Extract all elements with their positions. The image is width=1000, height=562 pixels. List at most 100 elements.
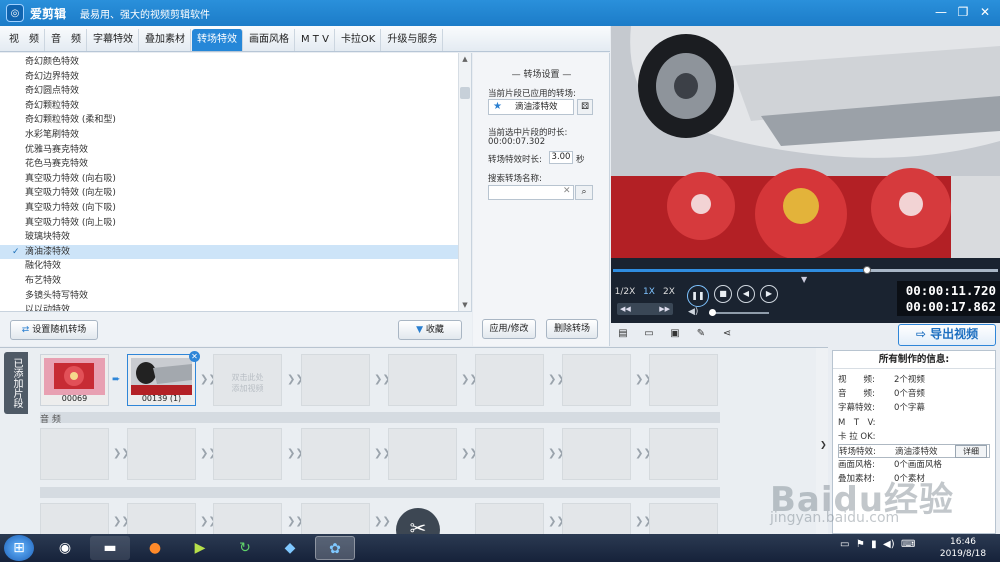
random-transition-button[interactable]: ⇄ 设置随机转场 [10,320,98,340]
search-icon[interactable]: ⌕ [575,185,593,200]
aijianji-taskbar-icon[interactable]: ✿ [315,536,355,560]
tab-subtitle-effects[interactable]: 字幕特效 [88,29,139,51]
save-icon[interactable]: ▣ [668,327,682,341]
new-project-icon[interactable]: ▤ [616,327,630,341]
effect-list-item[interactable]: 优雅马赛克特效 [0,143,458,158]
empty-slot[interactable] [213,503,282,535]
frame-step-control[interactable]: ◀◀ ▶▶ [617,303,673,315]
tab-picture-style[interactable]: 画面风格 [244,29,295,51]
effect-list-item[interactable]: 奇幻颜色特效 [0,55,458,70]
empty-clip-slot[interactable] [649,354,718,406]
media-player-icon[interactable]: ◉ [45,536,85,560]
pause-icon[interactable]: ❚❚ [687,285,709,307]
effect-list-item[interactable]: 花色马赛克特效 [0,157,458,172]
effect-list-item[interactable]: 水彩笔刷特效 [0,128,458,143]
playback-progress-knob[interactable] [863,266,872,274]
volume-knob[interactable] [709,309,716,316]
empty-audio-slot[interactable] [40,428,109,480]
effect-list-item[interactable]: 玻璃块特效 [0,230,458,245]
system-clock[interactable]: 16:46 2019/8/18 [930,536,996,560]
playback-progress-bar[interactable] [613,266,998,274]
tab-karaoke[interactable]: 卡拉OK [336,29,382,51]
empty-audio-slot[interactable] [562,428,631,480]
flag-icon[interactable]: ⚑ [856,539,865,550]
scroll-up-icon[interactable]: ▲ [459,53,471,65]
clear-icon[interactable]: ✕ [563,186,571,196]
tab-transition-effects[interactable]: 转场特效 [192,29,243,51]
effect-list-item[interactable]: 奇幻颗粒特效 (柔和型) [0,113,458,128]
speaker-icon[interactable]: ◀) [883,539,895,550]
empty-audio-slot[interactable] [213,428,282,480]
open-folder-icon[interactable]: ▭ [642,327,656,341]
effect-list-item[interactable]: 奇幻颗粒特效 [0,99,458,114]
close-icon[interactable]: ✕ [976,4,994,20]
tab-audio[interactable]: 音 频 [46,29,87,51]
delete-transition-button[interactable]: 删除转场 [546,319,598,339]
add-video-placeholder[interactable]: 双击此处 添加视频 [213,354,282,406]
empty-audio-slot[interactable] [649,428,718,480]
empty-audio-slot[interactable] [388,428,457,480]
effect-list-item[interactable]: 真空吸力特效 (向上吸) [0,216,458,231]
export-video-button[interactable]: ⇨ 导出视频 [898,324,996,346]
details-button[interactable]: 详细 [955,445,987,458]
effect-list-item[interactable]: 真空吸力特效 (向下吸) [0,201,458,216]
empty-clip-slot[interactable] [301,354,370,406]
windows-start-icon[interactable]: ⊞ [4,535,34,561]
file-explorer-icon[interactable]: ▬ [90,536,130,560]
empty-slot[interactable] [301,503,370,535]
volume-icon[interactable]: ◀) [688,307,698,317]
effect-list-item[interactable]: 多镜头特写特效 [0,289,458,304]
empty-slot[interactable] [562,503,631,535]
effect-list-item[interactable]: 以以动特效 [0,303,458,311]
empty-clip-slot[interactable] [388,354,457,406]
empty-slot[interactable] [40,503,109,535]
effect-list-item[interactable]: 布艺特效 [0,274,458,289]
share-icon[interactable]: ⋖ [720,327,734,341]
keyboard-icon[interactable]: ▭ [840,539,849,550]
tab-mtv[interactable]: M T V [296,29,335,51]
notebook-app-icon[interactable]: ◆ [270,536,310,560]
remove-clip-icon[interactable]: ✕ [189,351,200,362]
prev-frame-icon[interactable]: ◀ [737,285,755,303]
effect-duration-input[interactable]: 3.00 [549,151,573,164]
empty-audio-slot[interactable] [475,428,544,480]
empty-clip-slot[interactable] [562,354,631,406]
video-app-icon[interactable]: ▶ [180,536,220,560]
speed-2x-button[interactable]: 2X [657,285,681,299]
next-frame-icon[interactable]: ▶ [760,285,778,303]
tab-video[interactable]: 视 频 [4,29,45,51]
step-forward-icon[interactable]: ▶▶ [659,303,670,315]
dice-icon[interactable]: ⚄ [577,99,593,115]
empty-slot[interactable] [649,503,718,535]
empty-slot[interactable] [127,503,196,535]
effect-list-scrollbar[interactable]: ▲ ▼ [458,53,471,311]
restore-icon[interactable]: ❐ [954,4,972,20]
effect-list-item[interactable]: 融化特效 [0,259,458,274]
stop-icon[interactable]: ■ [714,285,732,303]
network-icon[interactable]: ▮ [871,539,877,550]
empty-audio-slot[interactable] [301,428,370,480]
search-transition-input[interactable] [488,185,574,200]
scrollbar-thumb[interactable] [460,87,470,99]
step-back-icon[interactable]: ◀◀ [620,303,631,315]
added-clips-tab[interactable]: 已添加片段 [4,352,28,414]
video-preview-frame[interactable] [611,26,1000,258]
favorite-button[interactable]: ▼ 收藏 [398,320,462,340]
effect-list-item[interactable]: ✓ 滴油漆特效 [0,244,458,260]
effect-list-item[interactable]: 真空吸力特效 (向右吸) [0,172,458,187]
effect-list-item[interactable]: 真空吸力特效 (向左吸) [0,186,458,201]
tab-overlay[interactable]: 叠加素材 [140,29,191,51]
apply-modify-button[interactable]: 应用/修改 [482,319,536,339]
effect-list-item[interactable]: 奇幻圆点特效 [0,84,458,99]
empty-audio-slot[interactable] [127,428,196,480]
refresh-app-icon[interactable]: ↻ [225,536,265,560]
language-icon[interactable]: ⌨ [901,539,915,550]
volume-slider[interactable] [709,309,769,316]
timeline-clip[interactable]: 00069 [40,354,109,406]
transition-arrow-icon[interactable]: ➨ [112,374,122,386]
firefox-icon[interactable]: ● [135,536,175,560]
tab-upgrade-service[interactable]: 升级与服务 [382,29,444,51]
edit-icon[interactable]: ✎ [694,327,708,341]
speed-half-button[interactable]: 1/2X [613,285,637,299]
timeline-clip-selected[interactable]: 00139 (1) [127,354,196,406]
